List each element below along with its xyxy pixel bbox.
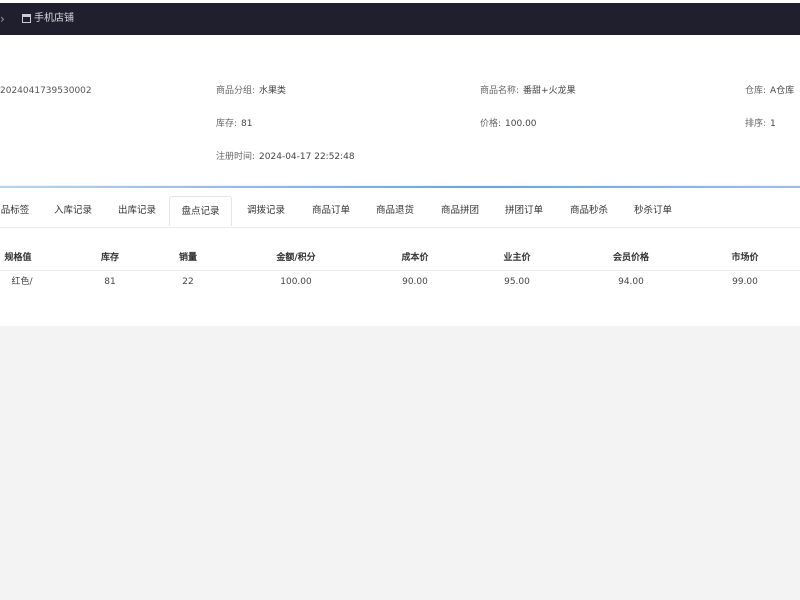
- name-label: 商品名称:: [480, 86, 520, 96]
- header-owner-price: 业主价: [503, 253, 531, 263]
- store-icon: [22, 14, 31, 23]
- tab-outbound-records[interactable]: 出库记录: [112, 196, 162, 226]
- category-value: 水果类: [259, 86, 287, 96]
- price-field: 价格: 100.00: [480, 118, 537, 130]
- header-market-price: 市场价: [731, 253, 759, 263]
- product-code-value: 2024041739530002: [0, 86, 92, 96]
- sort-field: 排序: 1: [745, 118, 776, 130]
- header-divider: [0, 270, 800, 271]
- top-bar: › 手机店铺: [0, 0, 800, 35]
- cell-sales: 22: [182, 277, 194, 287]
- cell-stock: 81: [104, 277, 116, 287]
- tab-stocktake-records[interactable]: 盘点记录: [169, 196, 232, 226]
- header-spec: 规格值: [4, 253, 32, 263]
- category-label: 商品分组:: [216, 86, 256, 96]
- shop-title[interactable]: 手机店铺: [34, 12, 74, 26]
- header-amount: 金额/积分: [276, 253, 316, 263]
- tab-product-returns[interactable]: 商品退货: [370, 196, 420, 226]
- tab-product-tags[interactable]: 品标签: [0, 196, 30, 226]
- cell-amount: 100.00: [280, 277, 312, 287]
- warehouse-label: 仓库:: [745, 86, 767, 96]
- price-label: 价格:: [480, 119, 502, 129]
- name-value: 番甜+火龙果: [523, 86, 576, 96]
- chevron-icon[interactable]: ›: [0, 12, 10, 26]
- reg-time-value: 2024-04-17 22:52:48: [259, 152, 355, 162]
- spec-table: 规格值 库存 销量 金额/积分 成本价 业主价 会员价格 市场价 红色/ 81 …: [0, 228, 800, 326]
- sort-value: 1: [770, 119, 776, 129]
- stock-field: 库存: 81: [216, 118, 253, 130]
- tab-group-buy[interactable]: 商品拼团: [435, 196, 485, 226]
- name-field: 商品名称: 番甜+火龙果: [480, 85, 576, 97]
- price-value: 100.00: [505, 119, 537, 129]
- category-field: 商品分组: 水果类: [216, 85, 286, 97]
- warehouse-field: 仓库: A仓库: [745, 85, 794, 97]
- tab-product-orders[interactable]: 商品订单: [306, 196, 356, 226]
- reg-time-field: 注册时间: 2024-04-17 22:52:48: [216, 151, 355, 163]
- header-sales: 销量: [178, 253, 197, 263]
- product-info-panel: 2024041739530002 商品分组: 水果类 商品名称: 番甜+火龙果 仓库…: [0, 35, 800, 185]
- cell-market-price: 99.00: [732, 277, 758, 287]
- cell-cost: 90.00: [402, 277, 428, 287]
- stock-label: 库存:: [216, 119, 238, 129]
- tab-flash-sale[interactable]: 商品秒杀: [564, 196, 614, 226]
- cell-owner-price: 95.00: [504, 277, 530, 287]
- tab-inbound-records[interactable]: 入库记录: [48, 196, 98, 226]
- reg-time-label: 注册时间:: [216, 152, 256, 162]
- cell-member-price: 94.00: [618, 277, 644, 287]
- record-tabs: 品标签 入库记录 出库记录 盘点记录 调拨记录 商品订单 商品退货 商品拼团 拼…: [0, 188, 800, 228]
- header-member-price: 会员价格: [612, 253, 649, 263]
- tab-flash-orders[interactable]: 秒杀订单: [628, 196, 678, 226]
- sort-label: 排序:: [745, 119, 767, 129]
- cell-spec: 红色/: [11, 277, 33, 287]
- product-code: 2024041739530002: [0, 85, 92, 97]
- tab-group-orders[interactable]: 拼团订单: [499, 196, 549, 226]
- stock-value: 81: [241, 119, 253, 129]
- header-stock: 库存: [100, 253, 119, 263]
- warehouse-value: A仓库: [770, 86, 795, 96]
- tab-transfer-records[interactable]: 调拨记录: [241, 196, 291, 226]
- header-cost: 成本价: [401, 253, 429, 263]
